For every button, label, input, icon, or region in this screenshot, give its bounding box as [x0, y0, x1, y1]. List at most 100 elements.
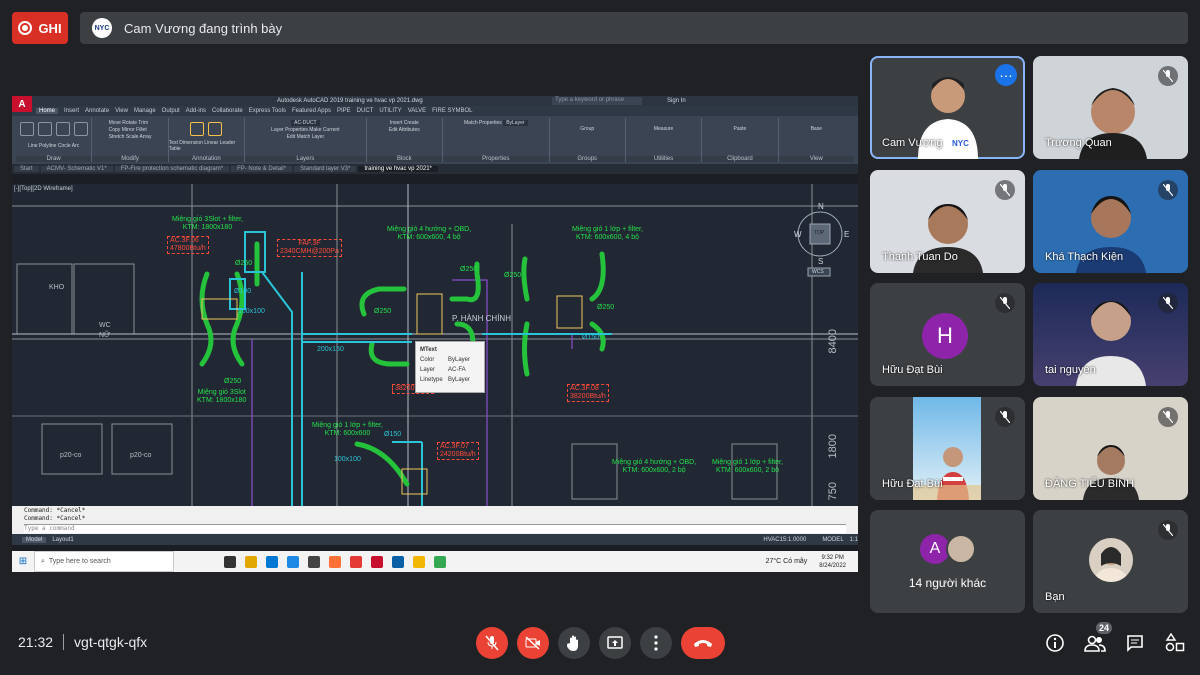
mic-toggle-button[interactable] — [476, 627, 508, 659]
record-indicator-button[interactable]: GHI — [12, 12, 68, 44]
doc-tab[interactable]: Standard layer V3* — [294, 166, 357, 172]
menu-tab-utility[interactable]: UTILITY — [379, 108, 401, 114]
app-icon[interactable] — [392, 555, 404, 568]
dimension-tool-icon[interactable] — [208, 122, 223, 136]
more-options-button[interactable]: … — [995, 64, 1017, 86]
ribbon-group-label: Clipboard — [702, 156, 778, 162]
menu-tab-valve[interactable]: VALVE — [408, 108, 426, 114]
drawing-canvas[interactable]: [-][Top][2D Wireframe] N S W E TOP WCS K… — [12, 184, 858, 506]
edge-icon[interactable] — [287, 555, 299, 568]
menu-tab-output[interactable]: Output — [162, 108, 180, 114]
tooltip-row: Color ByLayer — [420, 357, 471, 363]
draw-tools-labels: Line Polyline Circle Arc — [28, 143, 80, 149]
command-line[interactable]: Command: *Cancel* Command: *Cancel* Type… — [12, 506, 858, 534]
app-icon[interactable] — [413, 555, 425, 568]
people-button[interactable]: 24 — [1084, 622, 1112, 654]
menu-tab-manage[interactable]: Manage — [134, 108, 156, 114]
mail-icon[interactable] — [266, 555, 278, 568]
search-icon: ⌕ — [41, 557, 45, 565]
doc-tab-start[interactable]: Start — [14, 166, 39, 172]
store-icon[interactable] — [308, 555, 320, 568]
doc-tab[interactable]: ACMV- Schematic V1* — [40, 166, 113, 172]
label-faf: FAF.3F 2340CMH@200Pa — [277, 239, 342, 257]
text-tool-icon[interactable] — [190, 122, 205, 136]
windows-taskbar: ⊞ ⌕ Type here to search 27°C Có mây 9:32… — [12, 551, 858, 572]
present-icon — [607, 636, 623, 649]
participant-video — [1082, 437, 1139, 500]
status-model[interactable]: MODEL — [822, 537, 843, 543]
layout-tab-layout1[interactable]: Layout1 — [52, 537, 73, 543]
menu-tab-express-tools[interactable]: Express Tools — [249, 108, 286, 114]
others-tile[interactable]: A 14 người khác — [870, 510, 1025, 613]
chrome-icon[interactable] — [434, 555, 446, 568]
properties-tools[interactable]: Match Properties ByLayer — [464, 120, 528, 127]
participant-tile[interactable]: NYC … Cam Vương — [870, 56, 1025, 159]
modify-tools[interactable]: Move Rotate Trim Copy Mirror Fillet Stre… — [109, 120, 152, 141]
dia-250: Ø250 — [597, 304, 615, 311]
taskbar-clock[interactable]: 9:32 PM 8/24/2022 — [819, 554, 846, 570]
chat-button[interactable] — [1124, 632, 1146, 654]
block-tools[interactable]: Insert Create Edit Attributes — [389, 120, 420, 134]
menu-tab-home[interactable]: Home — [36, 108, 59, 114]
layout-tab-model[interactable]: Model — [22, 536, 47, 543]
firefox-icon[interactable] — [329, 555, 341, 568]
layers-tools[interactable]: AC-DUCT Layer Properties Make Current Ed… — [271, 120, 340, 141]
status-zoom[interactable]: 1:1 — [850, 537, 858, 543]
camera-toggle-button[interactable] — [517, 627, 549, 659]
participant-tile[interactable]: Hữu Đạt Bùi — [870, 397, 1025, 500]
menu-tab-annotate[interactable]: Annotate — [85, 108, 109, 114]
group-tool[interactable]: Group — [580, 126, 594, 132]
doc-tab[interactable]: FP- Note & Detail* — [231, 166, 293, 172]
line-tool-icon[interactable] — [19, 122, 34, 136]
doc-tab-active[interactable]: training ve hvac vp 2021* — [358, 166, 438, 172]
polyline-tool-icon[interactable] — [37, 122, 52, 136]
doc-tab[interactable]: FP-Fire protection schematic diagram* — [114, 166, 230, 172]
participant-tile[interactable]: Trương Quan — [1033, 56, 1188, 159]
taskbar-search-input[interactable]: ⌕ Type here to search — [34, 551, 174, 572]
menu-tab-view[interactable]: View — [115, 108, 128, 114]
menu-tab-insert[interactable]: Insert — [64, 108, 79, 114]
room-p20-1: p20-co — [60, 452, 82, 459]
paste-tool[interactable]: Paste — [734, 126, 747, 132]
menu-tab-featured-apps[interactable]: Featured Apps — [292, 108, 331, 114]
circle-tool-icon[interactable] — [55, 122, 70, 136]
menu-tab-pipe[interactable]: PIPE — [337, 108, 351, 114]
app-icon[interactable] — [350, 555, 362, 568]
meeting-details-button[interactable] — [1044, 632, 1066, 654]
autocad-taskbar-icon[interactable] — [371, 555, 383, 568]
autocad-logo-icon[interactable]: A — [12, 96, 32, 112]
ribbon-group-utilities: Measure Utilities — [625, 118, 703, 162]
task-view-icon[interactable] — [224, 555, 236, 568]
raise-hand-button[interactable] — [558, 627, 590, 659]
command-input[interactable]: Type a command — [24, 524, 846, 533]
participant-tile[interactable]: tai nguyen — [1033, 283, 1188, 386]
menu-tab-collaborate[interactable]: Collaborate — [212, 108, 243, 114]
acad-search-input[interactable]: Type a keyword or phrase — [552, 97, 642, 105]
viewcube-top: TOP — [814, 230, 825, 236]
meeting-info: 21:32 vgt-qtgk-qfx — [18, 634, 147, 650]
menu-tab-addins[interactable]: Add-ins — [186, 108, 206, 114]
windows-start-icon[interactable]: ⊞ — [12, 551, 34, 572]
end-call-button[interactable] — [681, 627, 725, 659]
meeting-code[interactable]: vgt-qtgk-qfx — [74, 634, 147, 650]
activities-button[interactable] — [1164, 632, 1186, 654]
participant-tile[interactable]: Thanh Tuan Do — [870, 170, 1025, 273]
more-options-button[interactable] — [640, 627, 672, 659]
label-grille-4way: Miệng gió 4 hướng + OBD, KTM: 600x600, 4 … — [387, 226, 472, 241]
measure-tool[interactable]: Measure — [654, 126, 673, 132]
base-tool[interactable]: Base — [811, 126, 822, 132]
ribbon-group-label: Layers — [245, 156, 366, 162]
acad-sign-in[interactable]: Sign In — [667, 98, 686, 104]
participant-tile[interactable]: ĐẶNG TIẾU BÌNH — [1033, 397, 1188, 500]
label-ac06: AC.3F.06 47800Btu/h — [167, 236, 209, 254]
participant-tile[interactable]: H Hữu Đạt Bùi — [870, 283, 1025, 386]
participant-tile[interactable]: Khá Thạch Kiện — [1033, 170, 1188, 273]
menu-tab-fire-symbol[interactable]: FIRE SYMBOL — [432, 108, 472, 114]
arc-tool-icon[interactable] — [73, 122, 88, 136]
present-screen-button[interactable] — [599, 627, 631, 659]
acad-title-bar: A Autodesk AutoCAD 2019 training ve hvac… — [12, 96, 858, 112]
menu-tab-duct[interactable]: DUCT — [357, 108, 374, 114]
file-explorer-icon[interactable] — [245, 555, 257, 568]
weather[interactable]: 27°C Có mây — [766, 558, 808, 565]
self-tile[interactable]: Bạn — [1033, 510, 1188, 613]
